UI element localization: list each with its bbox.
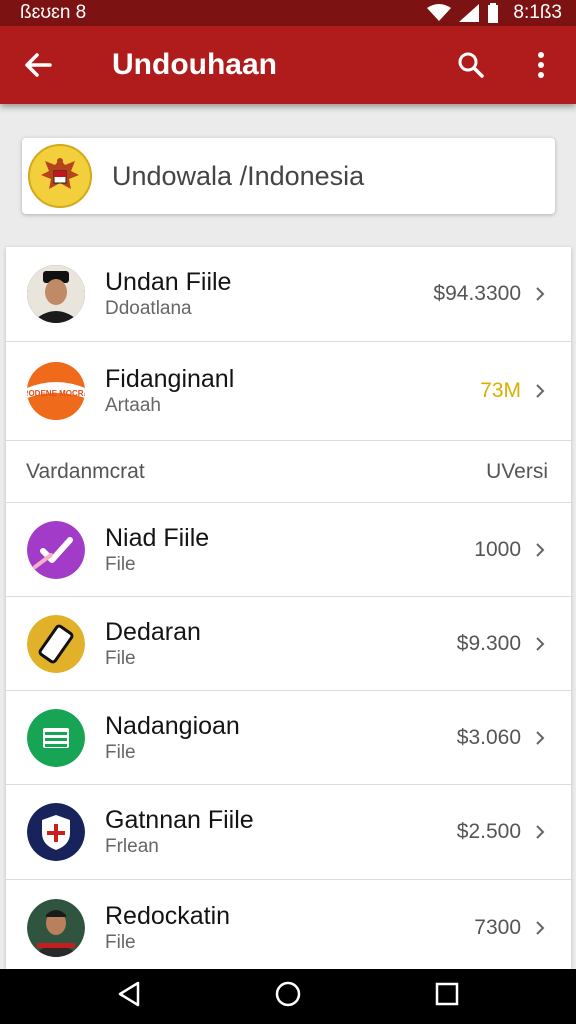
item-title: Fidanginanl <box>105 365 235 393</box>
signal-icon <box>459 4 480 22</box>
phone-icon <box>27 614 85 673</box>
logo-text: RODENE MOCRA <box>27 389 85 398</box>
status-bar: ßɛʊɛn 8 8:1ß3 <box>0 0 576 26</box>
list-item[interactable]: Nadangioan File $3.060 <box>6 691 571 785</box>
chevron-right-icon <box>535 730 551 746</box>
back-arrow-icon <box>25 53 52 77</box>
item-value: $94.3300 <box>433 282 521 305</box>
item-value: 73M <box>480 379 521 402</box>
item-subtitle: File <box>105 741 136 763</box>
item-subtitle: Frlean <box>105 836 159 857</box>
list-item[interactable]: RODENE MOCRA Fidanginanl Artaah 73M <box>6 342 571 441</box>
item-title: Niad Fiile <box>105 523 210 552</box>
wifi-icon <box>427 4 452 22</box>
nav-recents-icon[interactable] <box>435 982 459 1011</box>
nav-home-icon[interactable] <box>274 980 302 1013</box>
more-options-button[interactable] <box>506 26 576 104</box>
item-value: 7300 <box>474 915 521 939</box>
section-header: Vardanmcrat UVersi <box>6 441 571 503</box>
banner-text: Undowala /Indonesia <box>112 160 365 191</box>
chevron-right-icon <box>535 383 551 399</box>
status-left-text: ßɛʊɛn 8 <box>20 2 87 23</box>
nav-back-icon[interactable] <box>117 981 141 1012</box>
item-subtitle: File <box>105 647 136 669</box>
status-icons: 8:1ß3 <box>427 2 562 24</box>
list-item[interactable]: Gatnnan Fiile Frlean $2.500 <box>6 785 571 880</box>
chevron-right-icon <box>535 920 551 936</box>
item-value: $3.060 <box>456 725 521 749</box>
item-value: $2.500 <box>456 820 521 843</box>
file-list: Undan Fiile Ddoatlana $94.3300 RODENE MO… <box>6 247 571 969</box>
item-title: Redockatin <box>105 901 231 930</box>
item-title: Gatnnan Fiile <box>105 806 254 834</box>
battery-icon <box>487 3 499 23</box>
item-subtitle: File <box>105 553 136 575</box>
purple-check-icon <box>27 520 85 579</box>
item-subtitle: Ddoatlana <box>105 298 192 319</box>
item-subtitle: File <box>105 931 136 953</box>
system-nav-bar <box>0 969 576 1024</box>
search-button[interactable] <box>436 26 506 104</box>
back-button[interactable] <box>0 26 76 104</box>
app-bar: Undouhaan <box>0 26 576 104</box>
person-avatar-2 <box>27 898 85 957</box>
chevron-right-icon <box>535 286 551 302</box>
page-title: Undouhaan <box>112 48 277 81</box>
chevron-right-icon <box>535 542 551 558</box>
item-value: 1000 <box>474 537 521 561</box>
green-doc-icon <box>27 708 85 767</box>
search-icon <box>458 52 484 78</box>
chevron-right-icon <box>535 824 551 840</box>
item-subtitle: Artaah <box>105 395 161 416</box>
person-avatar <box>27 265 85 323</box>
item-title: Dedaran <box>105 617 201 646</box>
item-value: $9.300 <box>456 631 521 655</box>
status-time: 8:1ß3 <box>513 2 562 23</box>
list-item[interactable]: Dedaran File $9.300 <box>6 597 571 691</box>
chevron-right-icon <box>535 636 551 652</box>
orange-logo-avatar: RODENE MOCRA <box>27 362 85 420</box>
section-left-label: Vardanmcrat <box>26 459 145 483</box>
list-item[interactable]: Niad Fiile File 1000 <box>6 503 571 597</box>
section-right-label: UVersi <box>486 459 548 483</box>
list-item[interactable]: Undan Fiile Ddoatlana $94.3300 <box>6 247 571 342</box>
item-title: Nadangioan <box>105 711 240 740</box>
more-vert-icon <box>538 52 544 78</box>
garuda-emblem-icon <box>28 144 92 208</box>
region-banner[interactable]: Undowala /Indonesia <box>22 138 555 214</box>
list-item[interactable]: Redockatin File 7300 <box>6 880 571 969</box>
item-title: Undan Fiile <box>105 268 232 296</box>
shield-plus-icon <box>27 803 85 861</box>
